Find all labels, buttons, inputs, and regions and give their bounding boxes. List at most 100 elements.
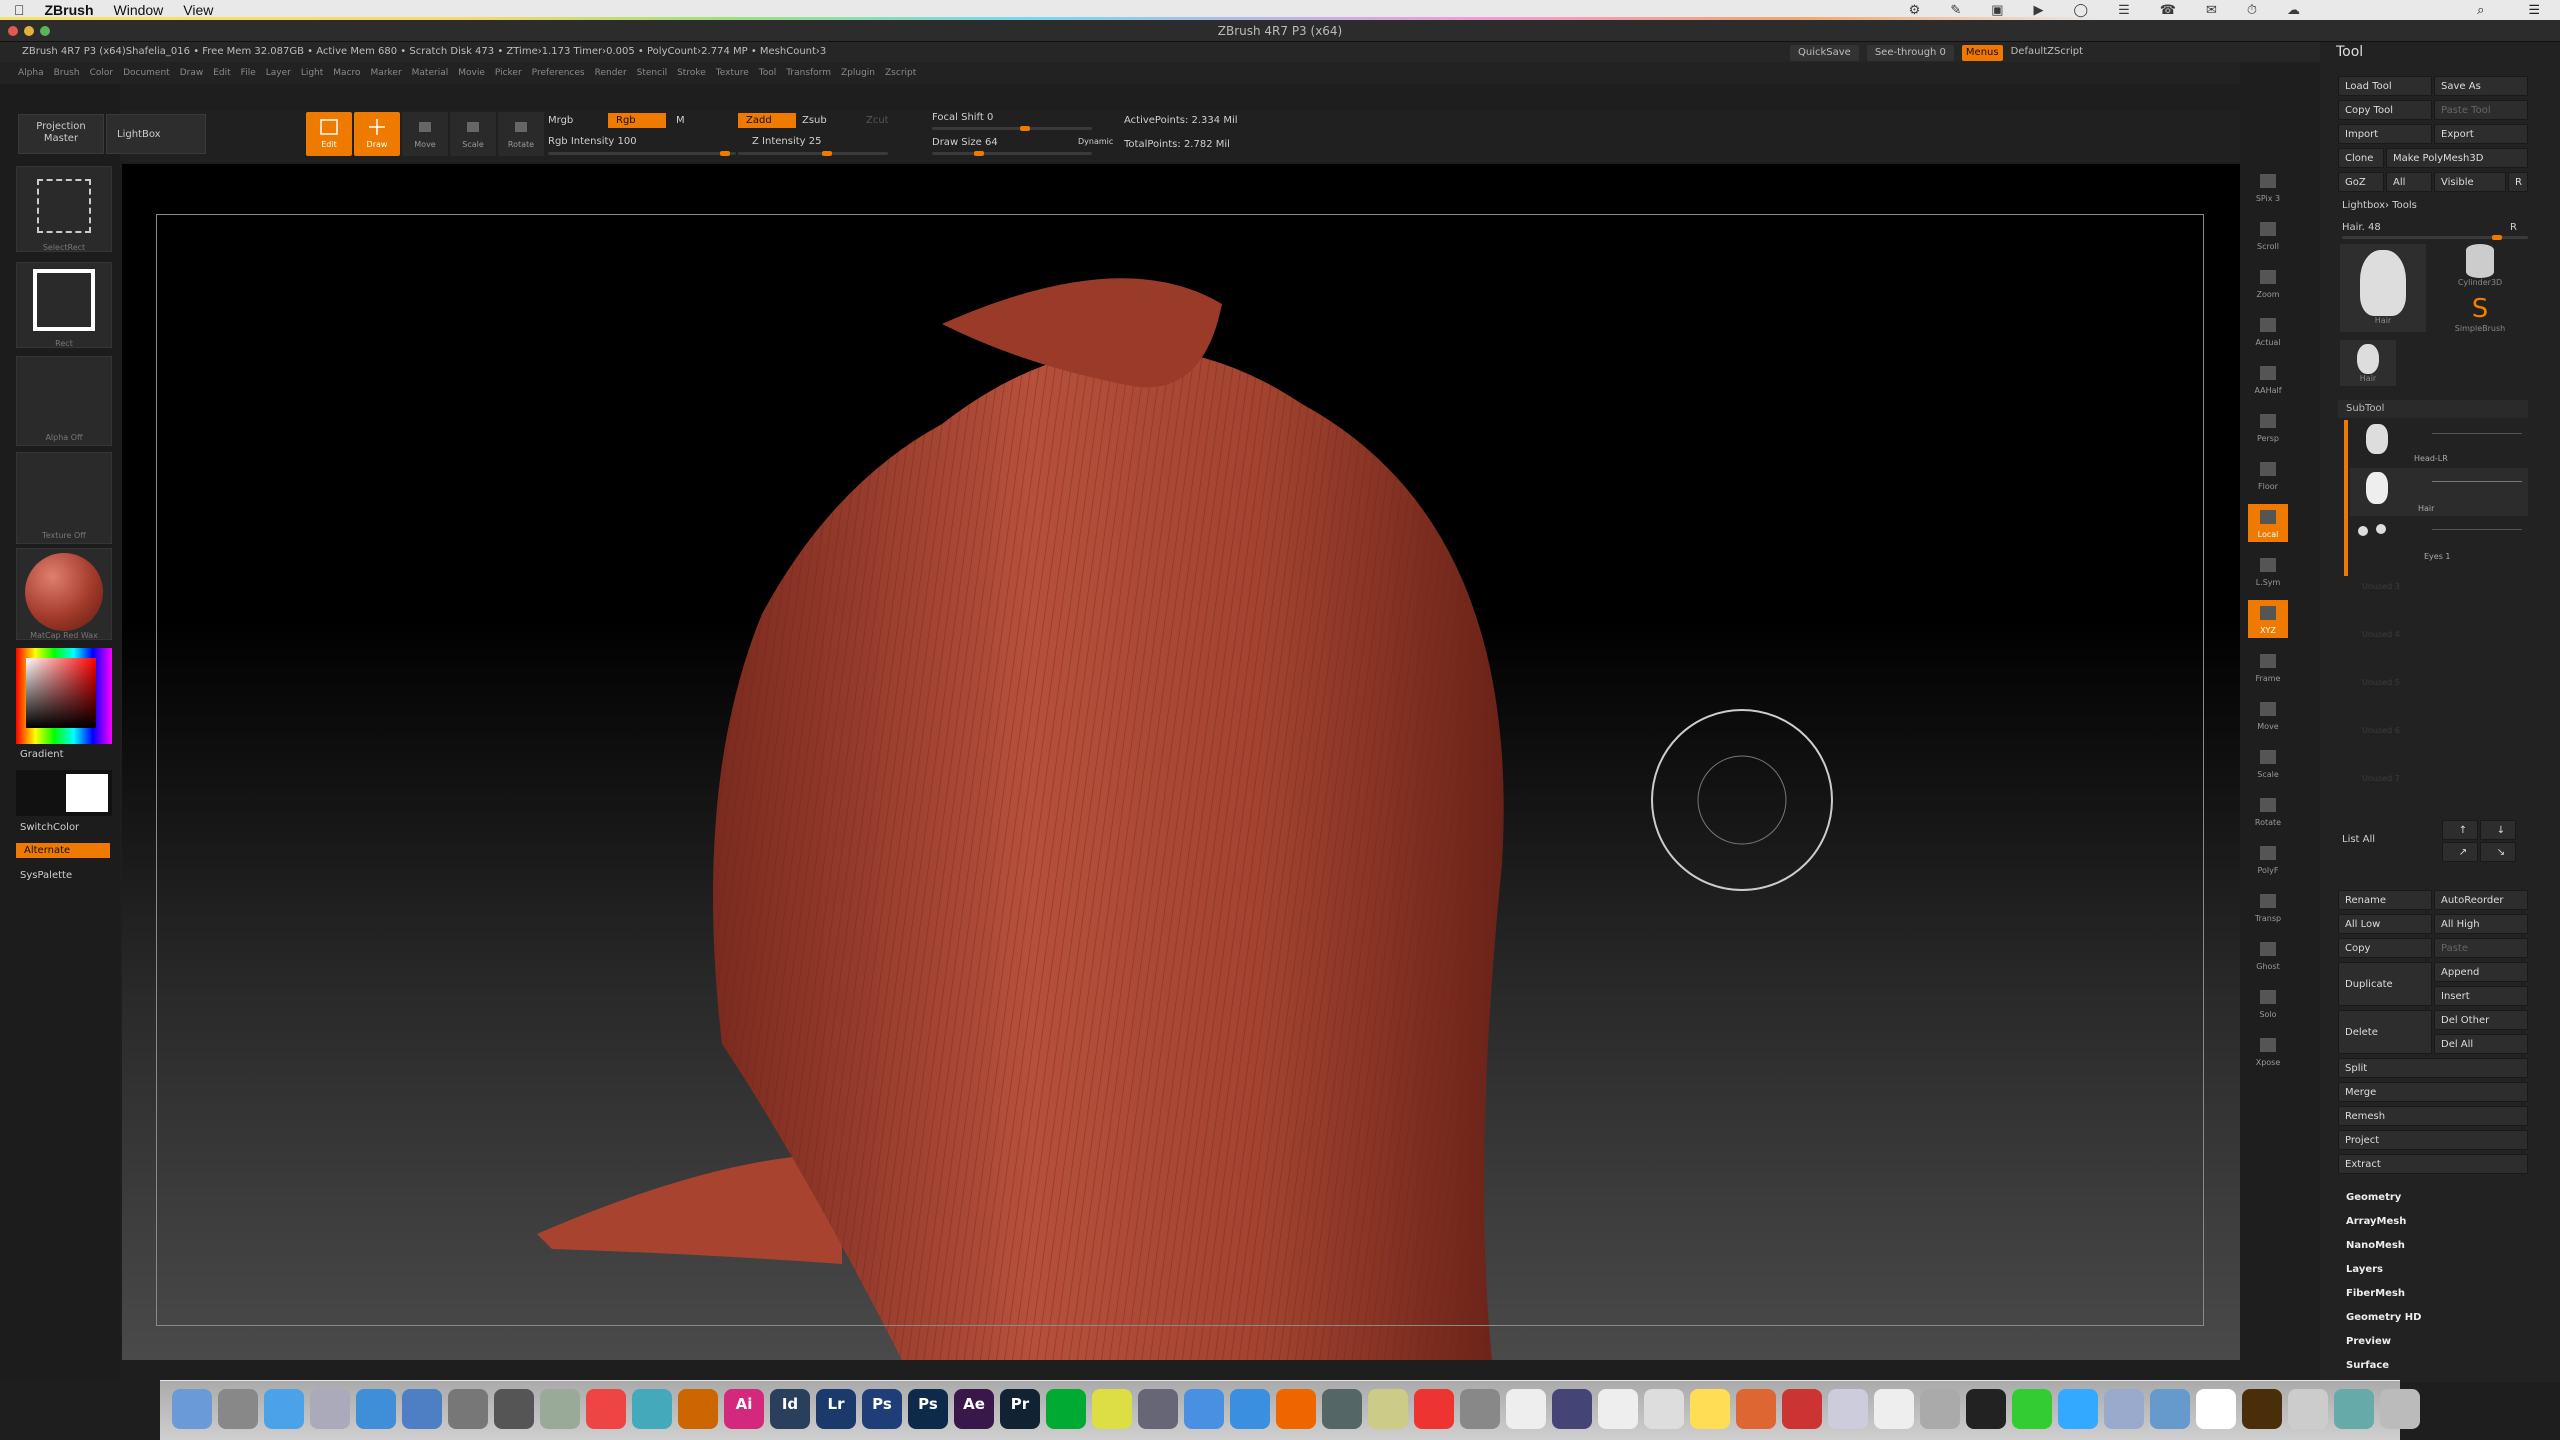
menu-texture[interactable]: Texture — [716, 62, 749, 84]
alpha-swatch[interactable]: Alpha Off — [16, 356, 112, 446]
dock-app-icon[interactable] — [356, 1389, 396, 1429]
rotate-button[interactable]: Rotate — [498, 112, 544, 156]
dock-app-icon[interactable] — [1506, 1389, 1546, 1429]
menu-zplugin[interactable]: Zplugin — [841, 62, 875, 84]
rgb-intensity-slider[interactable]: Rgb Intensity 100 — [548, 136, 637, 147]
subtool-toggles[interactable] — [2432, 426, 2522, 434]
remesh-button[interactable]: Remesh — [2338, 1106, 2528, 1126]
subtool-toggles[interactable] — [2432, 474, 2522, 482]
dock-app-icon[interactable] — [1322, 1389, 1362, 1429]
shelf-xyz[interactable]: XYZ — [2248, 600, 2288, 638]
quicksave-button[interactable]: QuickSave — [1790, 45, 1859, 61]
subtool-header[interactable]: SubTool — [2338, 400, 2528, 418]
scale-button[interactable]: Scale — [450, 112, 496, 156]
make-polymesh-button[interactable]: Make PolyMesh3D — [2386, 148, 2528, 168]
dock-app-icon[interactable] — [586, 1389, 626, 1429]
tray-icon[interactable]: ✎ — [1950, 2, 1961, 18]
move-top-button[interactable]: ↗ — [2442, 842, 2478, 862]
menu-file[interactable]: File — [241, 62, 256, 84]
tray-icon[interactable]: ◯ — [2074, 2, 2089, 18]
canvas-viewport[interactable] — [122, 164, 2240, 1360]
dock-app-icon[interactable] — [1920, 1389, 1960, 1429]
lightbox-button[interactable]: LightBox — [106, 114, 206, 154]
zcut-button[interactable]: Zcut — [866, 115, 889, 126]
menu-light[interactable]: Light — [301, 62, 323, 84]
section-nanomesh[interactable]: NanoMesh — [2346, 1240, 2405, 1251]
tray-icon[interactable]: ▣ — [1991, 2, 2003, 18]
zadd-button[interactable]: Zadd — [738, 113, 796, 128]
switch-color-button[interactable]: SwitchColor — [20, 822, 79, 833]
menu-draw[interactable]: Draw — [180, 62, 204, 84]
paste-tool-button[interactable]: Paste Tool — [2434, 100, 2528, 120]
dock-app-icon[interactable] — [494, 1389, 534, 1429]
dock-app-icon[interactable] — [2150, 1389, 2190, 1429]
dock-app-icon[interactable] — [218, 1389, 258, 1429]
load-tool-button[interactable]: Load Tool — [2338, 76, 2432, 96]
dock-app-icon[interactable] — [1644, 1389, 1684, 1429]
split-button[interactable]: Split — [2338, 1058, 2528, 1078]
subtool-item[interactable]: Head-LR — [2350, 422, 2528, 466]
lightbox-tools-button[interactable]: Lightbox› Tools — [2342, 200, 2417, 211]
dock-app-icon[interactable] — [2380, 1389, 2420, 1429]
menu-view[interactable]: View — [183, 2, 213, 18]
dock-app-icon[interactable] — [1230, 1389, 1270, 1429]
del-other-button[interactable]: Del Other — [2434, 1010, 2528, 1030]
section-surface[interactable]: Surface — [2346, 1360, 2389, 1371]
shelf-floor[interactable]: Floor — [2248, 456, 2288, 494]
dock-app-icon[interactable] — [1828, 1389, 1868, 1429]
dock-app-icon[interactable] — [2242, 1389, 2282, 1429]
r-button-2[interactable]: R — [2510, 222, 2517, 233]
focal-shift-slider[interactable]: Focal Shift 0 — [932, 112, 993, 123]
search-icon[interactable]: ⌕ — [2477, 2, 2484, 18]
shelf-frame[interactable]: Frame — [2248, 648, 2288, 686]
shelf-xpose[interactable]: Xpose — [2248, 1032, 2288, 1070]
move-up-button[interactable]: ↑ — [2442, 820, 2478, 840]
tool-thumb-hair-small[interactable]: Hair — [2340, 340, 2396, 386]
menus-button[interactable]: Menus — [1961, 45, 2003, 61]
z-intensity-track[interactable] — [738, 151, 888, 156]
alternate-button[interactable]: Alternate — [16, 843, 110, 858]
dock-app-icon[interactable] — [1598, 1389, 1638, 1429]
tray-icon[interactable]: ▶ — [2034, 2, 2044, 18]
move-bottom-button[interactable]: ↘ — [2480, 842, 2516, 862]
app-menu[interactable]: ZBrush — [45, 2, 94, 18]
draw-button[interactable]: Draw — [354, 112, 400, 156]
dock-app-icon[interactable] — [1414, 1389, 1454, 1429]
visible-button[interactable]: Visible — [2434, 172, 2506, 192]
subtool-item[interactable]: Eyes 1 — [2350, 520, 2528, 564]
tray-icon[interactable]: ☎ — [2160, 2, 2176, 18]
tray-icon[interactable]: ☰ — [2118, 2, 2130, 18]
dock-app-icon[interactable] — [2058, 1389, 2098, 1429]
dock-app-icon[interactable] — [1736, 1389, 1776, 1429]
dynamic-button[interactable]: Dynamic — [1078, 137, 1113, 146]
dock-app-icon[interactable] — [632, 1389, 672, 1429]
default-zscript[interactable]: DefaultZScript — [2011, 42, 2083, 62]
dock-app-icon[interactable] — [1092, 1389, 1132, 1429]
rect-swatch[interactable]: Rect — [16, 262, 112, 348]
rgb-intensity-track[interactable] — [548, 151, 736, 156]
shelf-spix-3[interactable]: SPix 3 — [2248, 168, 2288, 206]
select-rect-swatch[interactable]: SelectRect — [16, 166, 112, 252]
material-swatch[interactable]: MatCap Red Wax — [16, 548, 112, 640]
copy-subtool-button[interactable]: Copy — [2338, 938, 2432, 958]
projection-master-button[interactable]: Projection Master — [18, 114, 104, 154]
append-button[interactable]: Append — [2434, 962, 2528, 982]
menu-brush[interactable]: Brush — [54, 62, 80, 84]
menu-stroke[interactable]: Stroke — [677, 62, 706, 84]
shelf-scale[interactable]: Scale — [2248, 744, 2288, 782]
merge-button[interactable]: Merge — [2338, 1082, 2528, 1102]
list-icon[interactable]: ☰ — [2528, 2, 2540, 18]
tray-icon[interactable]: ✉ — [2206, 2, 2217, 18]
menu-edit[interactable]: Edit — [213, 62, 230, 84]
edit-button[interactable]: Edit — [306, 112, 352, 156]
current-tool-slider[interactable]: Hair. 48 — [2342, 222, 2381, 233]
tray-icon[interactable]: ☁ — [2287, 2, 2300, 18]
dock-app-icon[interactable] — [1184, 1389, 1224, 1429]
color-square[interactable] — [26, 658, 96, 728]
z-intensity-slider[interactable]: Z Intensity 25 — [752, 136, 821, 147]
focal-shift-track[interactable] — [932, 126, 1092, 131]
section-preview[interactable]: Preview — [2346, 1336, 2391, 1347]
shelf-local[interactable]: Local — [2248, 504, 2288, 542]
section-geometry-hd[interactable]: Geometry HD — [2346, 1312, 2421, 1323]
dock-app-icon[interactable] — [2012, 1389, 2052, 1429]
